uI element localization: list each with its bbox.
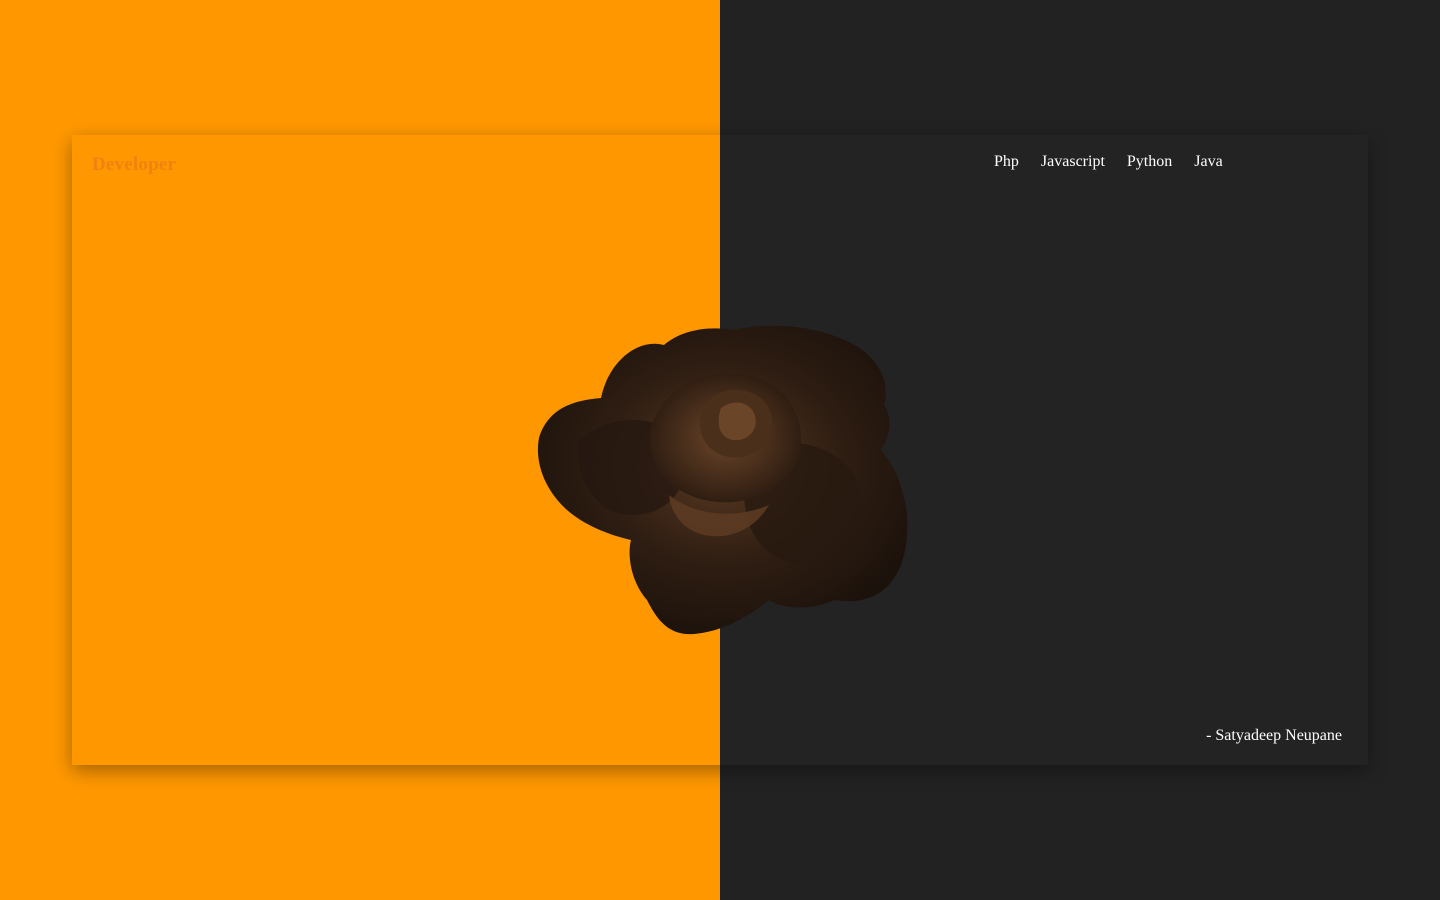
hero-card: Developer Php Javascript Python Java - S… (72, 135, 1368, 765)
rose-image (537, 325, 908, 635)
nav-link-python[interactable]: Python (1127, 153, 1172, 171)
author-signature: - Satyadeep Neupane (1206, 727, 1342, 744)
nav-link-php[interactable]: Php (994, 153, 1019, 171)
top-nav: Php Javascript Python Java (994, 153, 1245, 171)
brand-logo[interactable]: Developer (92, 154, 176, 176)
nav-link-javascript[interactable]: Javascript (1041, 153, 1105, 171)
nav-link-java[interactable]: Java (1194, 153, 1222, 171)
